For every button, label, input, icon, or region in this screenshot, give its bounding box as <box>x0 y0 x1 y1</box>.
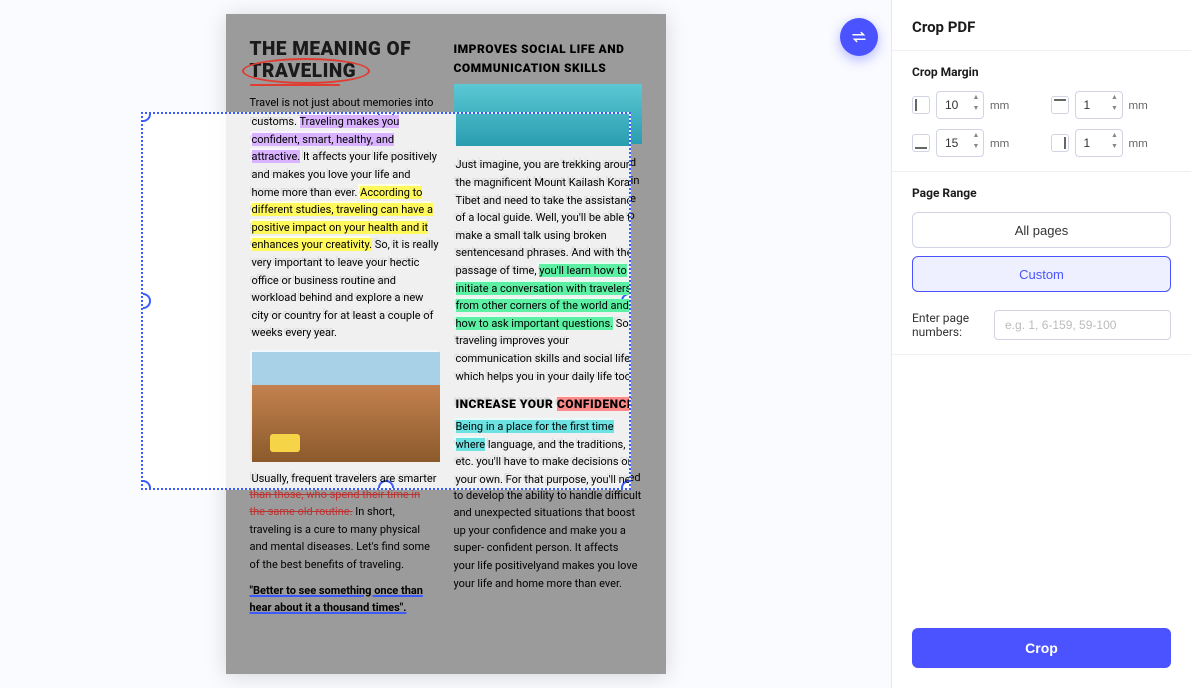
crop-handle-w[interactable] <box>141 293 151 309</box>
margin-bottom-down[interactable]: ▼ <box>971 143 981 153</box>
column-right: IMPROVES SOCIAL LIFE AND COMMUNICATION S… <box>454 38 642 650</box>
margin-left-up[interactable]: ▲ <box>971 94 981 104</box>
pdf-page[interactable]: THE MEANING OF TRAVELING Travel is not j… <box>226 14 666 674</box>
subheading-social: IMPROVES SOCIAL LIFE AND COMMUNICATION S… <box>454 40 642 78</box>
margin-right-down[interactable]: ▼ <box>1110 143 1120 153</box>
crop-handle-sw[interactable] <box>141 480 151 490</box>
enter-pages-label: Enter page numbers: <box>912 311 984 339</box>
margin-right-icon <box>1051 134 1069 152</box>
red-underline-annotation <box>250 84 340 86</box>
custom-range-button[interactable]: Custom <box>912 256 1171 292</box>
unit-label: mm <box>990 99 1009 112</box>
quote-text: "Better to see something once than hear … <box>250 582 438 617</box>
crop-sidebar: Crop PDF Crop Margin ▲ ▼ mm <box>891 0 1191 688</box>
document-wrapper: THE MEANING OF TRAVELING Travel is not j… <box>226 14 666 674</box>
crop-button[interactable]: Crop <box>912 628 1171 668</box>
sidebar-title: Crop PDF <box>912 18 1171 36</box>
margin-top-icon <box>1051 96 1069 114</box>
margin-right-up[interactable]: ▲ <box>1110 132 1120 142</box>
document-canvas: THE MEANING OF TRAVELING Travel is not j… <box>0 0 891 688</box>
margin-left-down[interactable]: ▼ <box>971 105 981 115</box>
page-numbers-input[interactable] <box>994 310 1171 340</box>
column-left: THE MEANING OF TRAVELING Travel is not j… <box>250 38 438 650</box>
margin-left-icon <box>912 96 930 114</box>
subheading-confidence: INCREASE YOUR CONFIDENCE <box>454 393 642 412</box>
desert-image <box>250 350 438 460</box>
swap-panel-button[interactable] <box>840 18 878 56</box>
doc-title: THE MEANING OF TRAVELING <box>250 38 438 82</box>
margin-bottom-up[interactable]: ▲ <box>971 132 981 142</box>
margin-top-down[interactable]: ▼ <box>1110 105 1120 115</box>
page-range-label: Page Range <box>912 186 1171 200</box>
page-content: THE MEANING OF TRAVELING Travel is not j… <box>250 38 642 650</box>
water-image <box>454 84 642 144</box>
margin-bottom-icon <box>912 134 930 152</box>
all-pages-button[interactable]: All pages <box>912 212 1171 248</box>
crop-handle-nw[interactable] <box>141 112 151 122</box>
margin-top-up[interactable]: ▲ <box>1110 94 1120 104</box>
crop-margin-label: Crop Margin <box>912 65 1171 79</box>
swap-icon <box>850 28 868 46</box>
